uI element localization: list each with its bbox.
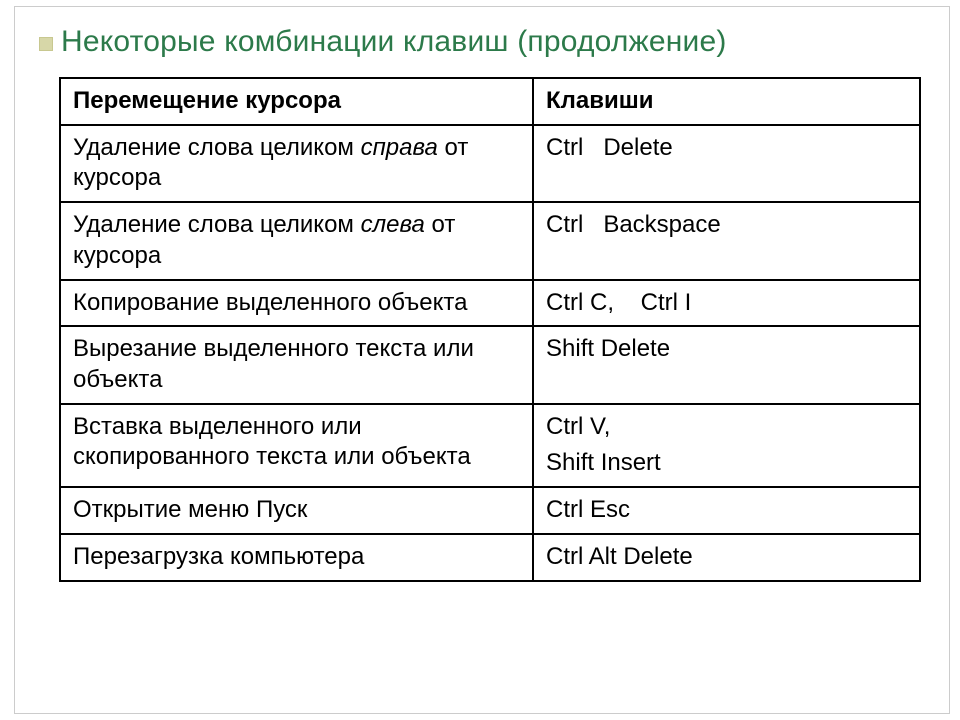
cell-action: Удаление слова целиком справа от курсора <box>60 125 533 202</box>
cell-keys: Ctrl C, Ctrl I <box>533 280 920 327</box>
cell-action: Перезагрузка компьютера <box>60 534 533 581</box>
table-wrap: Перемещение курсора Клавиши Удаление сло… <box>15 77 949 582</box>
table-row: Удаление слова целиком слева от курсора … <box>60 202 920 279</box>
table-row: Вырезание выделенного текста или объекта… <box>60 326 920 403</box>
table-row: Перезагрузка компьютера Ctrl Alt Delete <box>60 534 920 581</box>
slide-title: Некоторые комбинации клавиш (продолжение… <box>61 25 949 59</box>
table-row: Копирование выделенного объекта Ctrl C, … <box>60 280 920 327</box>
col-header-keys: Клавиши <box>533 78 920 125</box>
cell-action: Удаление слова целиком слева от курсора <box>60 202 533 279</box>
cell-action: Вырезание выделенного текста или объекта <box>60 326 533 403</box>
shortcuts-table: Перемещение курсора Клавиши Удаление сло… <box>59 77 921 582</box>
cell-keys: Shift Delete <box>533 326 920 403</box>
cell-keys: Ctrl Alt Delete <box>533 534 920 581</box>
cell-action: Копирование выделенного объекта <box>60 280 533 327</box>
table-row: Открытие меню Пуск Ctrl Esc <box>60 487 920 534</box>
title-wrap: Некоторые комбинации клавиш (продолжение… <box>15 7 949 77</box>
table-header-row: Перемещение курсора Клавиши <box>60 78 920 125</box>
table-row: Удаление слова целиком справа от курсора… <box>60 125 920 202</box>
cell-keys: Ctrl Delete <box>533 125 920 202</box>
slide: Некоторые комбинации клавиш (продолжение… <box>14 6 950 714</box>
cell-keys: Ctrl Backspace <box>533 202 920 279</box>
col-header-action: Перемещение курсора <box>60 78 533 125</box>
cell-action: Вставка выделенного или скопированного т… <box>60 404 533 487</box>
cell-keys: Ctrl Esc <box>533 487 920 534</box>
cell-keys: Ctrl V,Shift Insert <box>533 404 920 487</box>
cell-action: Открытие меню Пуск <box>60 487 533 534</box>
table-row: Вставка выделенного или скопированного т… <box>60 404 920 487</box>
